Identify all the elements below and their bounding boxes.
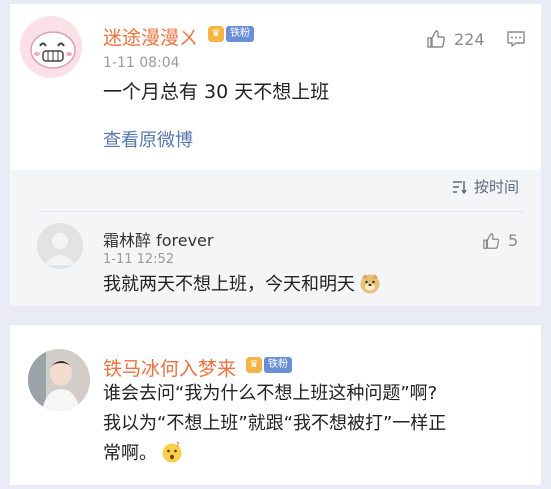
badge-label: 铁粉 [264, 357, 292, 373]
like-count: 224 [454, 29, 485, 49]
wondering-emoji-icon: ? [162, 441, 182, 463]
doge-emoji-icon [360, 274, 380, 294]
sort-label: 按时间 [473, 178, 519, 196]
svg-text:?: ? [176, 441, 180, 449]
comment-text-line: 我以为“不想上班”就跟“我不想被打”一样正 [103, 413, 447, 434]
crown-icon: ♛ [208, 26, 224, 42]
author-name[interactable]: 铁马冰何入梦来 [103, 354, 236, 381]
author-name[interactable]: 迷途漫漫ㄨ [103, 23, 198, 50]
reply-timestamp: 1-11 12:52 [103, 252, 175, 267]
reply-like-count: 5 [508, 231, 519, 250]
sort-by-time-button[interactable]: 按时间 [452, 176, 519, 197]
divider [38, 211, 524, 212]
reply-text: 我就两天不想上班，今天和明天 [103, 270, 381, 300]
timestamp: 1-11 08:04 [103, 55, 180, 71]
like-button[interactable]: 224 [426, 29, 485, 49]
thumbs-up-icon [483, 232, 500, 249]
cartoon-face-icon [20, 16, 82, 78]
reply-avatar[interactable] [37, 223, 83, 269]
badge-label: 铁粉 [226, 26, 254, 42]
sort-icon [452, 180, 467, 194]
reply-text-content: 我就两天不想上班，今天和明天 [103, 274, 355, 295]
comment-text-line: 谁会去问“我为什么不想上班这种问题”啊? [103, 383, 438, 404]
default-user-icon [37, 223, 83, 269]
view-original-link[interactable]: 查看原微博 [103, 126, 193, 152]
avatar[interactable] [20, 16, 82, 78]
fan-badge: ♛ 铁粉 [246, 357, 292, 373]
reply-like-button[interactable]: 5 [482, 231, 518, 250]
comment-text: 一个月总有 30 天不想上班 [103, 81, 330, 103]
comment-text-line: 常啊。 ? [103, 439, 183, 469]
comment-icon[interactable] [506, 29, 526, 53]
comment-text-end: 常啊。 [103, 443, 157, 464]
user-photo-icon [28, 349, 90, 411]
reply-author-name[interactable]: 霜林醉 forever [103, 227, 213, 251]
thumbs-up-icon [427, 30, 446, 48]
comment-card: 铁马冰何入梦来 ♛ 铁粉 谁会去问“我为什么不想上班这种问题”啊? 我以为“不想… [10, 325, 541, 485]
avatar[interactable] [28, 349, 90, 411]
fan-badge: ♛ 铁粉 [208, 26, 254, 42]
crown-icon: ♛ [246, 357, 262, 373]
comment-card: 迷途漫漫ㄨ ♛ 铁粉 1-11 08:04 一个月总有 30 天不想上班 查看原… [10, 4, 541, 306]
